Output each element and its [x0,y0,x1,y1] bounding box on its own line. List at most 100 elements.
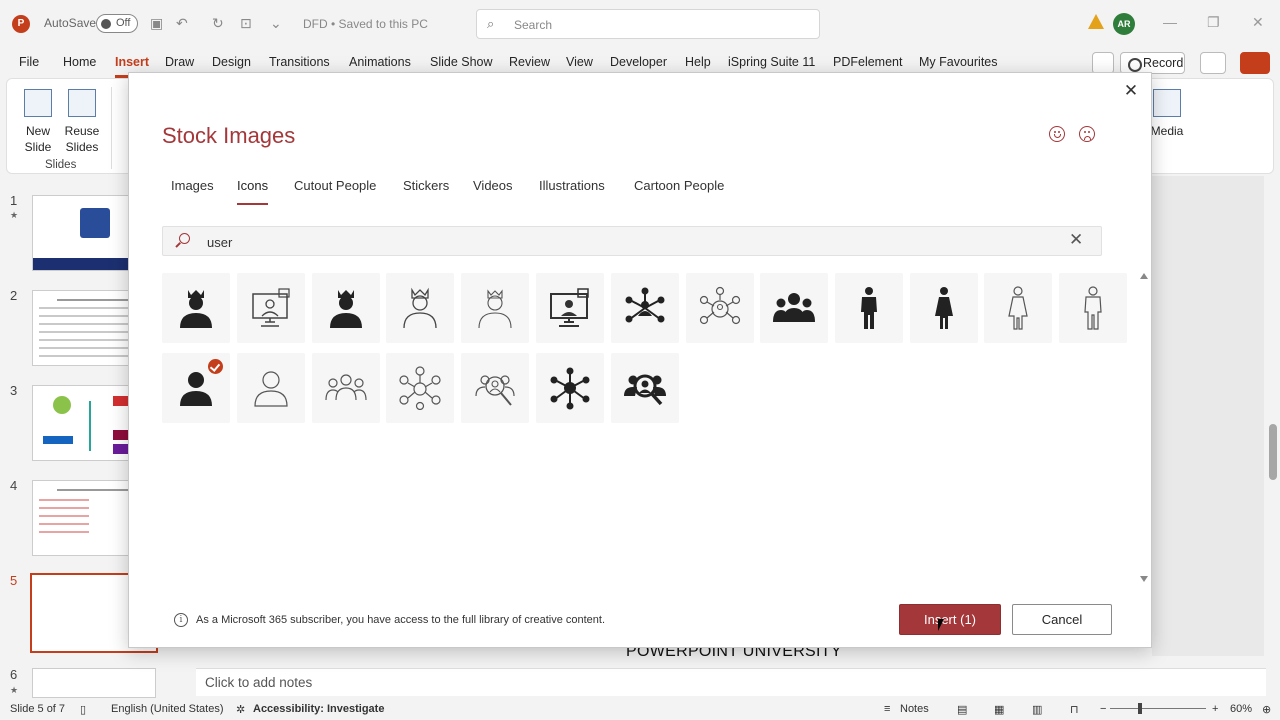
icon-tile[interactable] [237,273,305,343]
icon-tile[interactable] [162,273,230,343]
comments-button[interactable] [1092,52,1114,74]
vertical-scrollbar[interactable] [1266,176,1280,656]
fit-to-window-icon[interactable]: ⊕ [1262,703,1271,716]
customize-toolbar-icon[interactable]: ⌄ [270,15,282,32]
icon-tile[interactable] [461,273,529,343]
tab-images[interactable]: Images [171,178,214,193]
tab-draw[interactable]: Draw [165,55,194,69]
notes-pane[interactable]: Click to add notes [196,668,1266,696]
grid-scroll-down-icon[interactable] [1140,576,1148,582]
icon-tile[interactable] [237,353,305,423]
frown-feedback-icon[interactable] [1079,126,1095,142]
tab-cartoon-people[interactable]: Cartoon People [634,178,724,193]
present-from-start-icon[interactable]: ⊡ [240,15,252,32]
close-icon[interactable]: ✕ [1119,79,1143,103]
document-title[interactable]: DFD • Saved to this PC [303,17,428,31]
minimize-icon[interactable]: — [1163,14,1177,30]
save-icon[interactable]: ▣ [150,15,163,32]
tab-view[interactable]: View [566,55,593,69]
tab-ispring[interactable]: iSpring Suite 11 [728,55,815,69]
undo-icon[interactable]: ↶ [176,15,188,32]
icon-tile-selected[interactable] [162,353,230,423]
tab-review[interactable]: Review [509,55,550,69]
clear-search-icon[interactable]: ✕ [1069,230,1083,250]
slideshow-icon[interactable]: ⊓ [1070,703,1079,716]
crowned-person-outline-icon [403,287,437,329]
tab-cutout-people[interactable]: Cutout People [294,178,376,193]
powerpoint-logo-icon: P [12,15,30,33]
warning-icon[interactable] [1088,14,1104,29]
restore-icon[interactable]: ❐ [1207,14,1220,31]
normal-view-icon[interactable]: ▤ [957,703,967,716]
icon-search-input[interactable] [207,232,1047,252]
tab-design[interactable]: Design [212,55,251,69]
icon-tile[interactable] [536,353,604,423]
slide-canvas[interactable] [1152,176,1264,656]
tab-my-favourites[interactable]: My Favourites [919,55,998,69]
accessibility-status[interactable]: Accessibility: Investigate [253,703,384,715]
icon-tile[interactable] [461,353,529,423]
zoom-slider-handle[interactable] [1138,703,1142,714]
insert-button[interactable]: Insert (1) [899,604,1001,635]
tab-insert[interactable]: Insert [115,55,150,78]
group-users-solid-icon [773,293,815,322]
icon-tile[interactable] [760,273,828,343]
icon-tile[interactable] [386,353,454,423]
slide-sorter-icon[interactable]: ▦ [994,703,1004,716]
title-search-box[interactable]: ⌕ Search [476,9,820,39]
new-slide-button[interactable]: New Slide [19,89,57,155]
zoom-slider[interactable] [1110,708,1206,709]
tab-videos[interactable]: Videos [473,178,513,193]
icon-tile[interactable] [910,273,978,343]
zoom-in-icon[interactable]: + [1212,703,1218,715]
tab-pdfelement[interactable]: PDFelement [833,55,902,69]
reuse-slides-button[interactable]: Reuse Slides [62,89,102,155]
icon-tile[interactable] [984,273,1052,343]
tab-help[interactable]: Help [685,55,711,69]
icon-tile[interactable] [611,353,679,423]
icon-tile[interactable] [386,273,454,343]
icon-tile[interactable] [536,273,604,343]
tab-developer[interactable]: Developer [610,55,667,69]
slide-thumb-6[interactable] [32,668,156,698]
close-window-icon[interactable]: ✕ [1252,14,1264,31]
zoom-level[interactable]: 60% [1230,703,1252,715]
notes-button[interactable]: Notes [900,703,929,715]
tab-illustrations[interactable]: Illustrations [539,178,605,193]
icon-tile[interactable] [312,353,380,423]
icon-tile[interactable] [312,273,380,343]
search-icon [179,233,190,244]
autosave-toggle[interactable]: Off [96,14,138,33]
cancel-button[interactable]: Cancel [1012,604,1112,635]
icon-tile[interactable] [686,273,754,343]
tab-icons[interactable]: Icons [237,178,269,205]
notes-placeholder: Click to add notes [205,675,313,690]
tab-animations[interactable]: Animations [349,55,411,69]
tab-file[interactable]: File [19,55,39,69]
tab-home[interactable]: Home [63,55,96,69]
language[interactable]: English (United States) [111,703,224,715]
avatar[interactable]: AR [1113,13,1135,35]
reading-view-icon[interactable]: ▥ [1032,703,1042,716]
tab-transitions[interactable]: Transitions [269,55,330,69]
person-outline-icon [254,371,288,407]
spelling-icon[interactable]: ▯ [80,703,86,716]
record-button[interactable]: Record [1120,52,1185,74]
share-button[interactable] [1240,52,1270,74]
zoom-out-icon[interactable]: − [1100,703,1106,715]
smile-feedback-icon[interactable] [1049,126,1065,142]
grid-scroll-up-icon[interactable] [1140,273,1148,279]
search-icon: ⌕ [487,16,495,31]
tab-stickers[interactable]: Stickers [403,178,449,193]
icon-tile[interactable] [611,273,679,343]
animation-star-icon: ★ [10,210,19,220]
tab-slide-show[interactable]: Slide Show [430,55,493,69]
slide-info[interactable]: Slide 5 of 7 [10,703,65,715]
icon-tile[interactable] [1059,273,1127,343]
title-bar: P AutoSave Off ▣ ↶ ↻ ⊡ ⌄ DFD • Saved to … [0,0,1280,48]
media-button[interactable]: Media [1147,89,1187,139]
redo-icon[interactable]: ↻ [212,15,224,32]
icon-tile[interactable] [835,273,903,343]
present-teams-button[interactable] [1200,52,1226,74]
scroll-thumb[interactable] [1269,424,1277,480]
